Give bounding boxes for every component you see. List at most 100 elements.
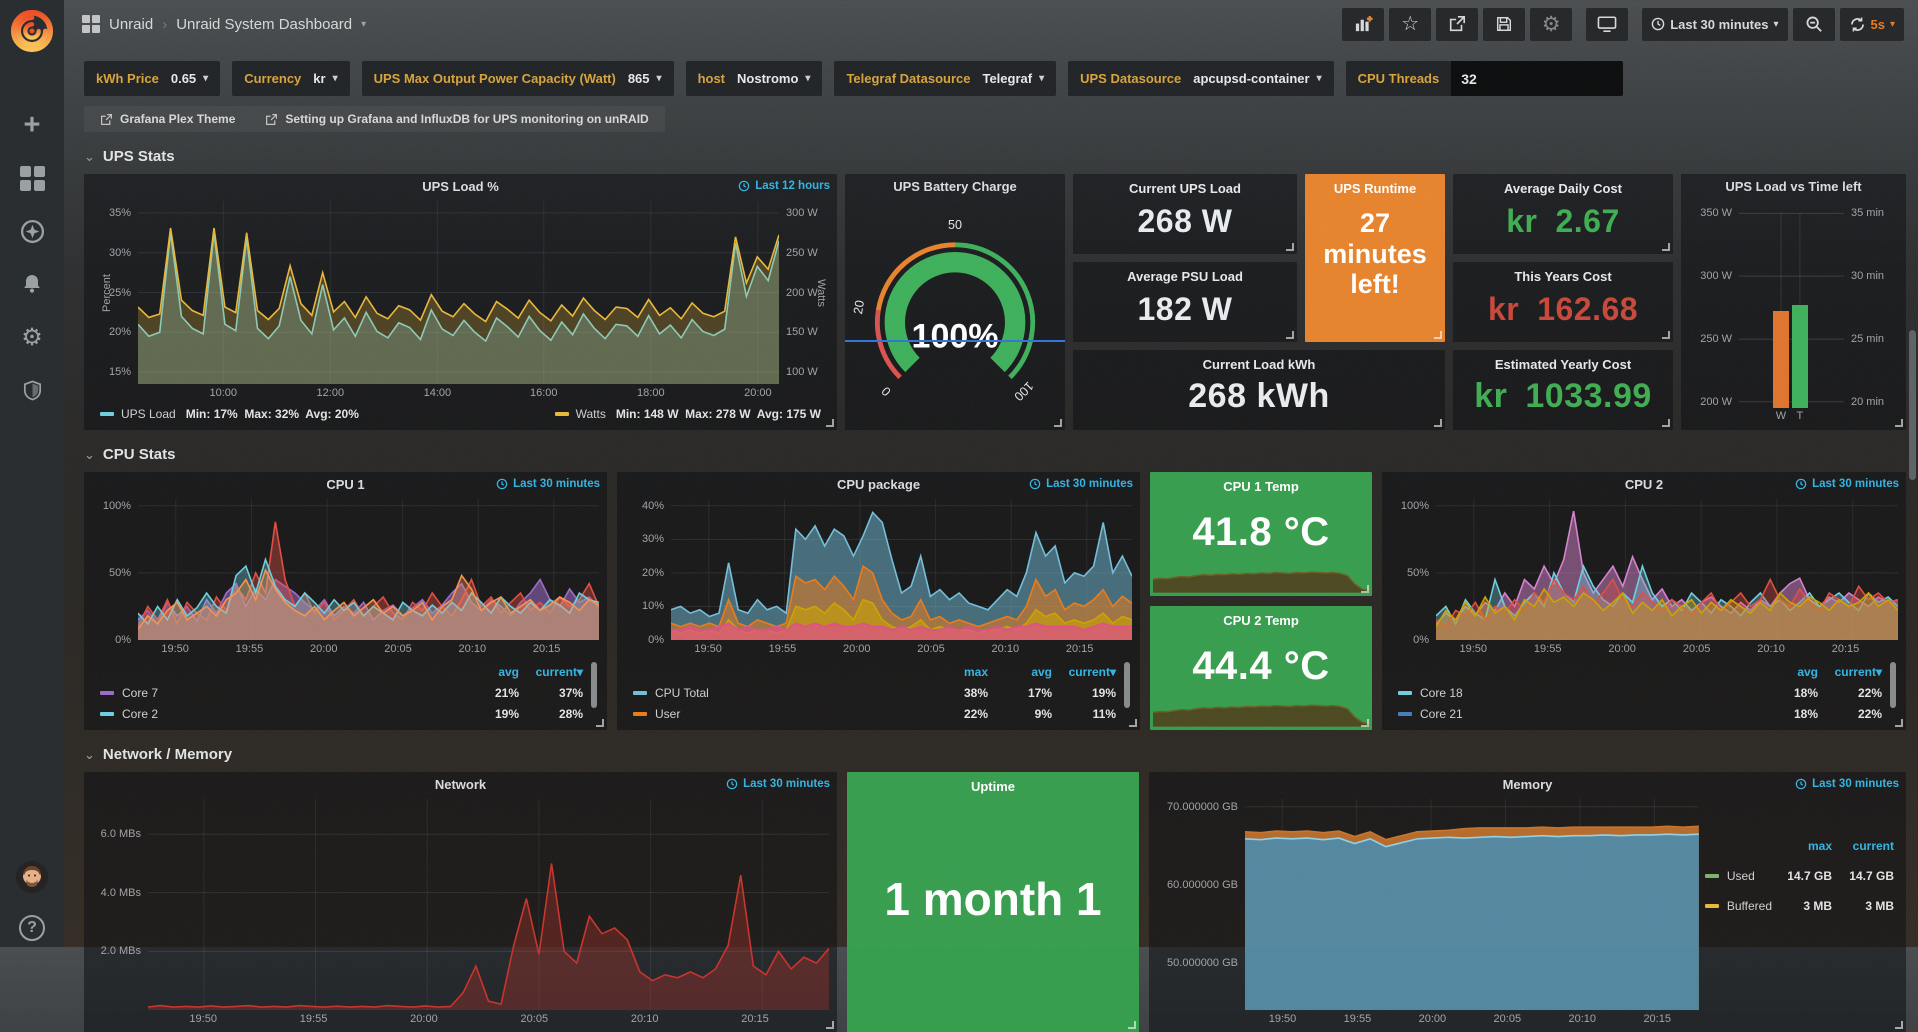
plot-area[interactable] xyxy=(148,799,829,1010)
bar-t[interactable] xyxy=(1792,305,1808,409)
variable-kwh-price[interactable]: kWh Price0.65▾ xyxy=(84,61,220,96)
breadcrumb[interactable]: Unraid › Unraid System Dashboard ▾ xyxy=(82,15,366,33)
variable-telegraf-datasource[interactable]: Telegraf DatasourceTelegraf▾ xyxy=(834,61,1056,96)
grafana-logo-icon[interactable] xyxy=(9,8,55,54)
legend-series[interactable]: Core 219%28% xyxy=(100,703,583,724)
panel-title[interactable]: Network xyxy=(84,777,837,792)
variable-value[interactable]: apcupsd-container▾ xyxy=(1193,71,1321,86)
panel-title[interactable]: UPS Battery Charge xyxy=(845,179,1065,194)
variable-input[interactable] xyxy=(1451,61,1623,96)
add-panel-button[interactable] xyxy=(1342,8,1384,41)
legend-sort-header[interactable]: avg xyxy=(1754,665,1818,679)
panel-title[interactable]: This Years Cost xyxy=(1453,269,1673,284)
dashboard-link[interactable]: Grafana Plex Theme xyxy=(100,112,235,126)
bar-w[interactable] xyxy=(1773,311,1789,408)
refresh-icon[interactable] xyxy=(1849,16,1866,33)
variable-ups-datasource[interactable]: UPS Datasourceapcupsd-container▾ xyxy=(1068,61,1333,96)
legend-series-name[interactable]: Core 7 xyxy=(100,686,455,700)
plot-area[interactable] xyxy=(138,499,599,640)
legend-series-name[interactable]: Core 21 xyxy=(1398,707,1754,721)
legend-series-name[interactable]: Core 2 xyxy=(100,707,455,721)
configuration-gear-icon[interactable]: ⚙ xyxy=(19,324,45,350)
alerting-bell-icon[interactable] xyxy=(19,271,45,297)
section-header-ups-stats[interactable]: ⌄ UPS Stats xyxy=(84,148,1906,165)
legend-sort-header[interactable]: avg xyxy=(988,665,1052,679)
plot-area[interactable] xyxy=(138,201,779,384)
section-title[interactable]: UPS Stats xyxy=(103,148,175,165)
panel-title[interactable]: Current UPS Load xyxy=(1073,181,1297,196)
dashboard-settings-button[interactable]: ⚙ xyxy=(1530,8,1572,41)
panel-title[interactable]: UPS Runtime xyxy=(1305,181,1445,196)
variable-value[interactable]: 0.65▾ xyxy=(171,71,208,86)
legend-sort-header[interactable]: current xyxy=(1832,839,1894,853)
section-header-cpu-stats[interactable]: ⌄ CPU Stats xyxy=(84,446,1906,463)
section-header-network-memory[interactable]: ⌄ Network / Memory xyxy=(84,746,1906,763)
dashboards-icon[interactable] xyxy=(19,165,45,191)
panel-time-range-tag[interactable]: Last 30 minutes xyxy=(1795,478,1899,490)
variable-value[interactable]: Telegraf▾ xyxy=(982,71,1044,86)
legend-sort-header[interactable]: max xyxy=(1772,839,1832,853)
legend-sort-header[interactable]: avg xyxy=(455,665,519,679)
legend-sort-header[interactable]: max xyxy=(924,665,988,679)
refresh-interval-label[interactable]: 5s xyxy=(1871,17,1885,32)
panel-title[interactable]: Average PSU Load xyxy=(1073,269,1297,284)
save-button[interactable] xyxy=(1483,8,1525,41)
variable-currency[interactable]: Currencykr▾ xyxy=(232,61,349,96)
legend-series[interactable]: User22%9%11% xyxy=(633,703,1116,724)
legend-sort-header[interactable]: current▾ xyxy=(1818,665,1882,679)
panel-title[interactable]: UPS Load vs Time left xyxy=(1681,179,1906,194)
legend-series[interactable]: CPU Total38%17%19% xyxy=(633,682,1116,703)
plot-area[interactable] xyxy=(1436,499,1898,640)
section-title[interactable]: Network / Memory xyxy=(103,746,232,763)
legend-scrollbar[interactable] xyxy=(591,662,597,708)
breadcrumb-page-title[interactable]: Unraid System Dashboard xyxy=(176,16,352,33)
user-avatar[interactable] xyxy=(16,861,48,893)
cycle-view-tv-button[interactable] xyxy=(1586,8,1628,41)
legend-series[interactable]: Core 721%37% xyxy=(100,682,583,703)
legend-series-name[interactable]: Core 18 xyxy=(1398,686,1754,700)
plot-area[interactable] xyxy=(671,499,1132,640)
panel-time-range-tag[interactable]: Last 30 minutes xyxy=(496,478,600,490)
legend-scrollbar[interactable] xyxy=(1890,662,1896,708)
create-plus-icon[interactable]: + xyxy=(19,112,45,138)
variable-value[interactable]: kr▾ xyxy=(313,71,337,86)
variable-value[interactable]: 865▾ xyxy=(628,71,662,86)
legend-series[interactable]: UPS LoadMin: 17% Max: 32% Avg: 20% xyxy=(100,407,359,421)
star-button[interactable]: ☆ xyxy=(1389,8,1431,41)
section-title[interactable]: CPU Stats xyxy=(103,446,176,463)
help-icon[interactable]: ? xyxy=(19,915,45,941)
legend-series-name[interactable]: User xyxy=(633,707,924,721)
variable-host[interactable]: hostNostromo▾ xyxy=(686,61,823,96)
refresh-picker[interactable]: 5s ▾ xyxy=(1840,8,1905,41)
panel-title[interactable]: Average Daily Cost xyxy=(1453,181,1673,196)
breadcrumb-app[interactable]: Unraid xyxy=(109,16,153,33)
panel-time-range-tag[interactable]: Last 30 minutes xyxy=(726,778,830,790)
server-admin-shield-icon[interactable] xyxy=(19,377,45,403)
variable-ups-max-output-power-capacity-watt-[interactable]: UPS Max Output Power Capacity (Watt)865▾ xyxy=(362,61,674,96)
legend-sort-header[interactable]: current▾ xyxy=(519,665,583,679)
legend-series-name[interactable]: Used xyxy=(1705,869,1772,883)
legend-series[interactable]: Core 1818%22% xyxy=(1398,682,1882,703)
page-scrollbar[interactable] xyxy=(1909,330,1916,480)
panel-time-range-tag[interactable]: Last 30 minutes xyxy=(1029,478,1133,490)
variable-value[interactable]: Nostromo▾ xyxy=(737,71,810,86)
panel-title[interactable]: CPU 1 Temp xyxy=(1150,479,1372,494)
panel-title[interactable]: Uptime xyxy=(847,779,1139,794)
legend-scrollbar[interactable] xyxy=(1124,662,1130,708)
panel-title[interactable]: Memory xyxy=(1149,777,1906,792)
legend-series-name[interactable]: CPU Total xyxy=(633,686,924,700)
legend-series[interactable]: WattsMin: 148 W Max: 278 W Avg: 175 W xyxy=(555,407,821,421)
panel-title[interactable]: Current Load kWh xyxy=(1073,357,1445,372)
chevron-down-icon[interactable]: ▾ xyxy=(361,19,366,30)
share-button[interactable] xyxy=(1436,8,1478,41)
panel-time-range-tag[interactable]: Last 30 minutes xyxy=(1795,778,1899,790)
dashboard-link[interactable]: Setting up Grafana and InfluxDB for UPS … xyxy=(265,112,648,126)
legend-sort-header[interactable]: current▾ xyxy=(1052,665,1116,679)
legend-series-name[interactable]: Buffered xyxy=(1705,899,1772,913)
zoom-out-button[interactable] xyxy=(1793,8,1835,41)
legend-series[interactable]: Used14.7 GB14.7 GB xyxy=(1705,869,1894,883)
plot-area[interactable] xyxy=(1245,799,1699,1010)
legend-series[interactable]: Buffered3 MB3 MB xyxy=(1705,899,1894,913)
explore-compass-icon[interactable] xyxy=(19,218,45,244)
time-range-picker[interactable]: Last 30 minutes ▾ xyxy=(1642,8,1787,41)
